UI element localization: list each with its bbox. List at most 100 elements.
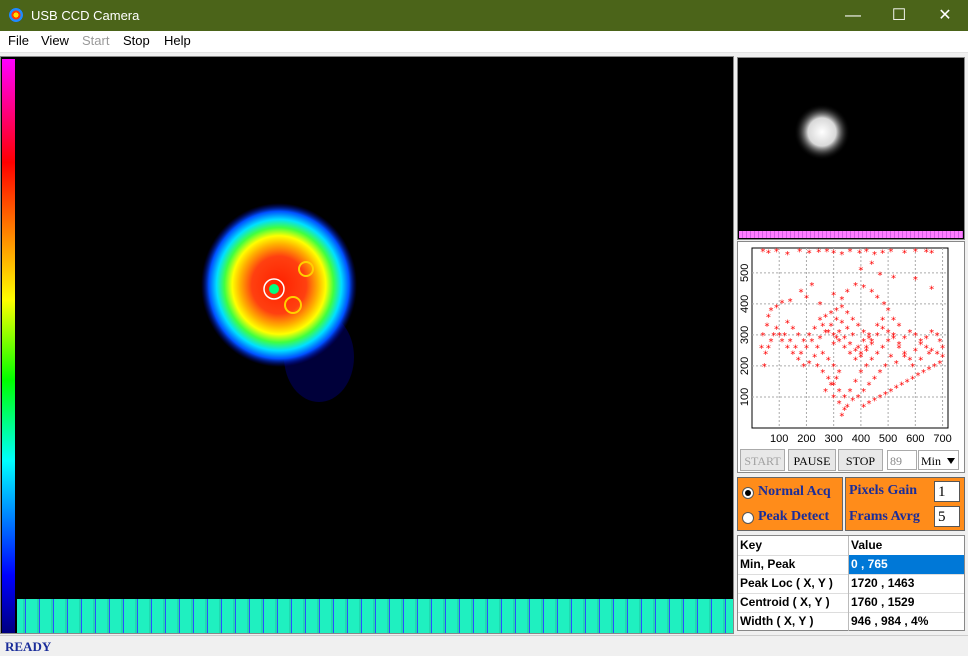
data-point: * xyxy=(880,249,885,260)
time-unit-select[interactable]: Min xyxy=(918,450,959,470)
data-point: * xyxy=(877,393,882,404)
data-point: * xyxy=(848,247,853,258)
thumbnail-strip xyxy=(739,231,963,238)
pause-button[interactable]: PAUSE xyxy=(788,449,836,471)
y-tick-label: 500 xyxy=(739,264,751,282)
table-row[interactable]: Width ( X, Y ) 946 , 984 , 4% xyxy=(738,612,964,631)
header-value[interactable]: Value xyxy=(849,536,964,555)
frames-avg-input[interactable]: 5 xyxy=(934,506,960,527)
data-point: * xyxy=(856,322,861,333)
normal-acq-label[interactable]: Normal Acq xyxy=(758,484,831,500)
data-point: * xyxy=(831,291,836,302)
data-point: * xyxy=(858,350,863,361)
data-point: * xyxy=(848,350,853,361)
menu-view[interactable]: View xyxy=(41,33,69,48)
thumbnail-view[interactable] xyxy=(737,57,965,240)
data-point: * xyxy=(839,303,844,314)
x-tick-label: 400 xyxy=(852,433,870,445)
data-point: * xyxy=(804,294,809,305)
row-value: 1720 , 1463 xyxy=(851,576,915,590)
menu-stop[interactable]: Stop xyxy=(123,33,150,48)
data-point: * xyxy=(831,393,836,404)
data-point: * xyxy=(916,371,921,382)
table-row[interactable]: Centroid ( X, Y ) 1760 , 1529 xyxy=(738,593,964,613)
data-point: * xyxy=(763,350,768,361)
row-value: 1760 , 1529 xyxy=(851,595,915,609)
data-point: * xyxy=(913,247,918,258)
data-point: * xyxy=(807,359,812,370)
data-point: * xyxy=(845,309,850,320)
data-point: * xyxy=(886,306,891,317)
data-point: * xyxy=(913,275,918,286)
row-key: Centroid ( X, Y ) xyxy=(738,593,849,612)
data-point: * xyxy=(788,297,793,308)
data-point: * xyxy=(902,353,907,364)
data-point: * xyxy=(837,337,842,348)
x-tick-label: 700 xyxy=(933,433,951,445)
maximize-button[interactable]: ☐ xyxy=(876,0,922,31)
x-tick-label: 200 xyxy=(797,433,815,445)
data-point: * xyxy=(856,393,861,404)
table-row[interactable]: Min, Peak 0 , 765 xyxy=(738,555,964,575)
data-point: * xyxy=(918,337,923,348)
x-tick-label: 600 xyxy=(906,433,924,445)
acquisition-mode-group: Normal Acq Peak Detect xyxy=(737,477,843,531)
data-point: * xyxy=(839,412,844,423)
status-bar: READY xyxy=(0,635,968,656)
data-point: * xyxy=(869,356,874,367)
data-point: * xyxy=(883,362,888,373)
app-icon xyxy=(9,8,23,22)
title-bar: USB CCD Camera — ☐ ✕ xyxy=(0,0,968,31)
data-point: * xyxy=(842,393,847,404)
frames-count-field[interactable]: 89 xyxy=(887,450,917,470)
data-point: * xyxy=(850,396,855,407)
data-point: * xyxy=(826,328,831,339)
row-key: Min, Peak xyxy=(738,555,849,574)
beam-profile-image xyxy=(201,203,357,402)
data-point: * xyxy=(891,334,896,345)
normal-acq-radio[interactable] xyxy=(742,487,754,499)
data-point: * xyxy=(804,343,809,354)
data-point: * xyxy=(888,353,893,364)
status-text: READY xyxy=(5,639,52,654)
peak-detect-label[interactable]: Peak Detect xyxy=(758,509,829,525)
table-row[interactable]: Peak Loc ( X, Y ) 1720 , 1463 xyxy=(738,574,964,594)
data-point: * xyxy=(812,325,817,336)
data-point: * xyxy=(869,260,874,271)
data-point: * xyxy=(831,381,836,392)
menu-file[interactable]: File xyxy=(8,33,29,48)
data-point: * xyxy=(902,334,907,345)
data-point: * xyxy=(853,281,858,292)
row-key: Width ( X, Y ) xyxy=(738,612,849,631)
data-point: * xyxy=(875,294,880,305)
scatter-plot: 100 200 300 400 500 600 700100200300400500* * * *… xyxy=(739,247,952,445)
data-point: * xyxy=(913,331,918,342)
data-point: * xyxy=(858,266,863,277)
data-point: * xyxy=(857,249,862,260)
data-point: * xyxy=(774,303,779,314)
peak-detect-radio[interactable] xyxy=(742,512,754,524)
data-point: * xyxy=(801,362,806,373)
menu-help[interactable]: Help xyxy=(164,33,191,48)
x-tick-label: 500 xyxy=(879,433,897,445)
menu-bar: File View Start Stop Help xyxy=(0,31,968,53)
camera-image-view[interactable] xyxy=(0,56,734,634)
data-point: * xyxy=(864,247,869,258)
data-point: * xyxy=(760,331,765,342)
data-point: * xyxy=(823,387,828,398)
pixels-gain-input[interactable]: 1 xyxy=(934,481,960,502)
close-button[interactable]: ✕ xyxy=(922,0,968,31)
header-key[interactable]: Key xyxy=(738,536,849,555)
minimize-button[interactable]: — xyxy=(830,0,876,31)
data-point: * xyxy=(921,368,926,379)
data-point: * xyxy=(894,359,899,370)
data-point: * xyxy=(766,249,771,260)
data-point: * xyxy=(880,343,885,354)
data-point: * xyxy=(774,247,779,258)
data-point: * xyxy=(932,362,937,373)
start-button: START xyxy=(740,449,785,471)
data-point: * xyxy=(837,399,842,410)
data-point: * xyxy=(762,362,767,373)
data-point: * xyxy=(905,377,910,388)
stop-button[interactable]: STOP xyxy=(838,449,883,471)
